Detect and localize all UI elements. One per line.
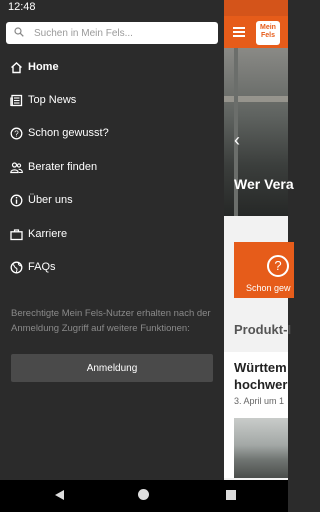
news-title-line1: Württem bbox=[234, 360, 287, 375]
menu-item-label: Schon gewusst? bbox=[28, 127, 109, 139]
hero-title: Wer Vera bbox=[234, 176, 294, 192]
menu-item-label: Home bbox=[28, 61, 59, 73]
home-icon bbox=[11, 62, 22, 74]
system-navigation-bar bbox=[0, 480, 288, 512]
login-button[interactable]: Anmeldung bbox=[11, 354, 213, 382]
people-icon bbox=[10, 162, 23, 174]
menu-item-label: Karriere bbox=[28, 228, 68, 240]
app-logo: Mein Fels bbox=[256, 21, 280, 45]
news-date: 3. April um 1 bbox=[234, 396, 285, 406]
login-info-text: Berechtigte Mein Fels-Nutzer erhalten na… bbox=[11, 308, 211, 334]
news-title-line2: hochwer bbox=[234, 377, 288, 392]
news-title: Württem hochwer bbox=[234, 359, 287, 393]
app-logo-line1: Mein bbox=[260, 24, 276, 31]
status-time: 12:48 bbox=[8, 1, 36, 13]
menu-item-schon-gewusst[interactable]: ? Schon gewusst? bbox=[0, 119, 224, 149]
recents-icon[interactable] bbox=[226, 490, 236, 500]
hamburger-menu-icon[interactable] bbox=[233, 27, 245, 37]
info-circle-icon bbox=[10, 194, 23, 207]
quick-link-label: Schon gew bbox=[246, 283, 291, 293]
briefcase-icon bbox=[10, 229, 23, 241]
menu-item-faqs[interactable]: FAQs bbox=[0, 253, 224, 283]
section-title: Produkt-I bbox=[234, 322, 292, 337]
globe-icon bbox=[10, 261, 23, 274]
menu-item-label: Über uns bbox=[28, 194, 73, 206]
app-logo-line2: Fels bbox=[260, 32, 275, 39]
menu-item-home[interactable]: Home bbox=[0, 53, 224, 83]
menu-item-label: FAQs bbox=[28, 261, 56, 273]
menu-item-top-news[interactable]: Top News bbox=[0, 86, 224, 116]
menu-item-label: Berater finden bbox=[28, 161, 98, 173]
navigation-drawer: Home Top News ? Schon gewusst? Berater f… bbox=[0, 16, 224, 480]
menu-item-karriere[interactable]: Karriere bbox=[0, 220, 224, 250]
svg-text:?: ? bbox=[14, 129, 19, 138]
home-button-icon[interactable] bbox=[138, 489, 149, 500]
status-bar: 12:48 bbox=[0, 0, 288, 16]
menu-item-ueber-uns[interactable]: Über uns bbox=[0, 186, 224, 216]
question-circle-icon: ? bbox=[267, 255, 289, 277]
question-circle-icon: ? bbox=[10, 127, 23, 140]
search-box[interactable] bbox=[6, 22, 218, 44]
search-icon bbox=[14, 27, 24, 37]
search-input[interactable] bbox=[34, 24, 214, 42]
news-image bbox=[234, 418, 288, 478]
chevron-left-icon[interactable]: ‹ bbox=[234, 130, 240, 151]
menu-item-label: Top News bbox=[28, 94, 77, 106]
news-icon bbox=[10, 94, 23, 107]
back-icon[interactable] bbox=[55, 490, 64, 500]
menu-item-berater-finden[interactable]: Berater finden bbox=[0, 153, 224, 183]
